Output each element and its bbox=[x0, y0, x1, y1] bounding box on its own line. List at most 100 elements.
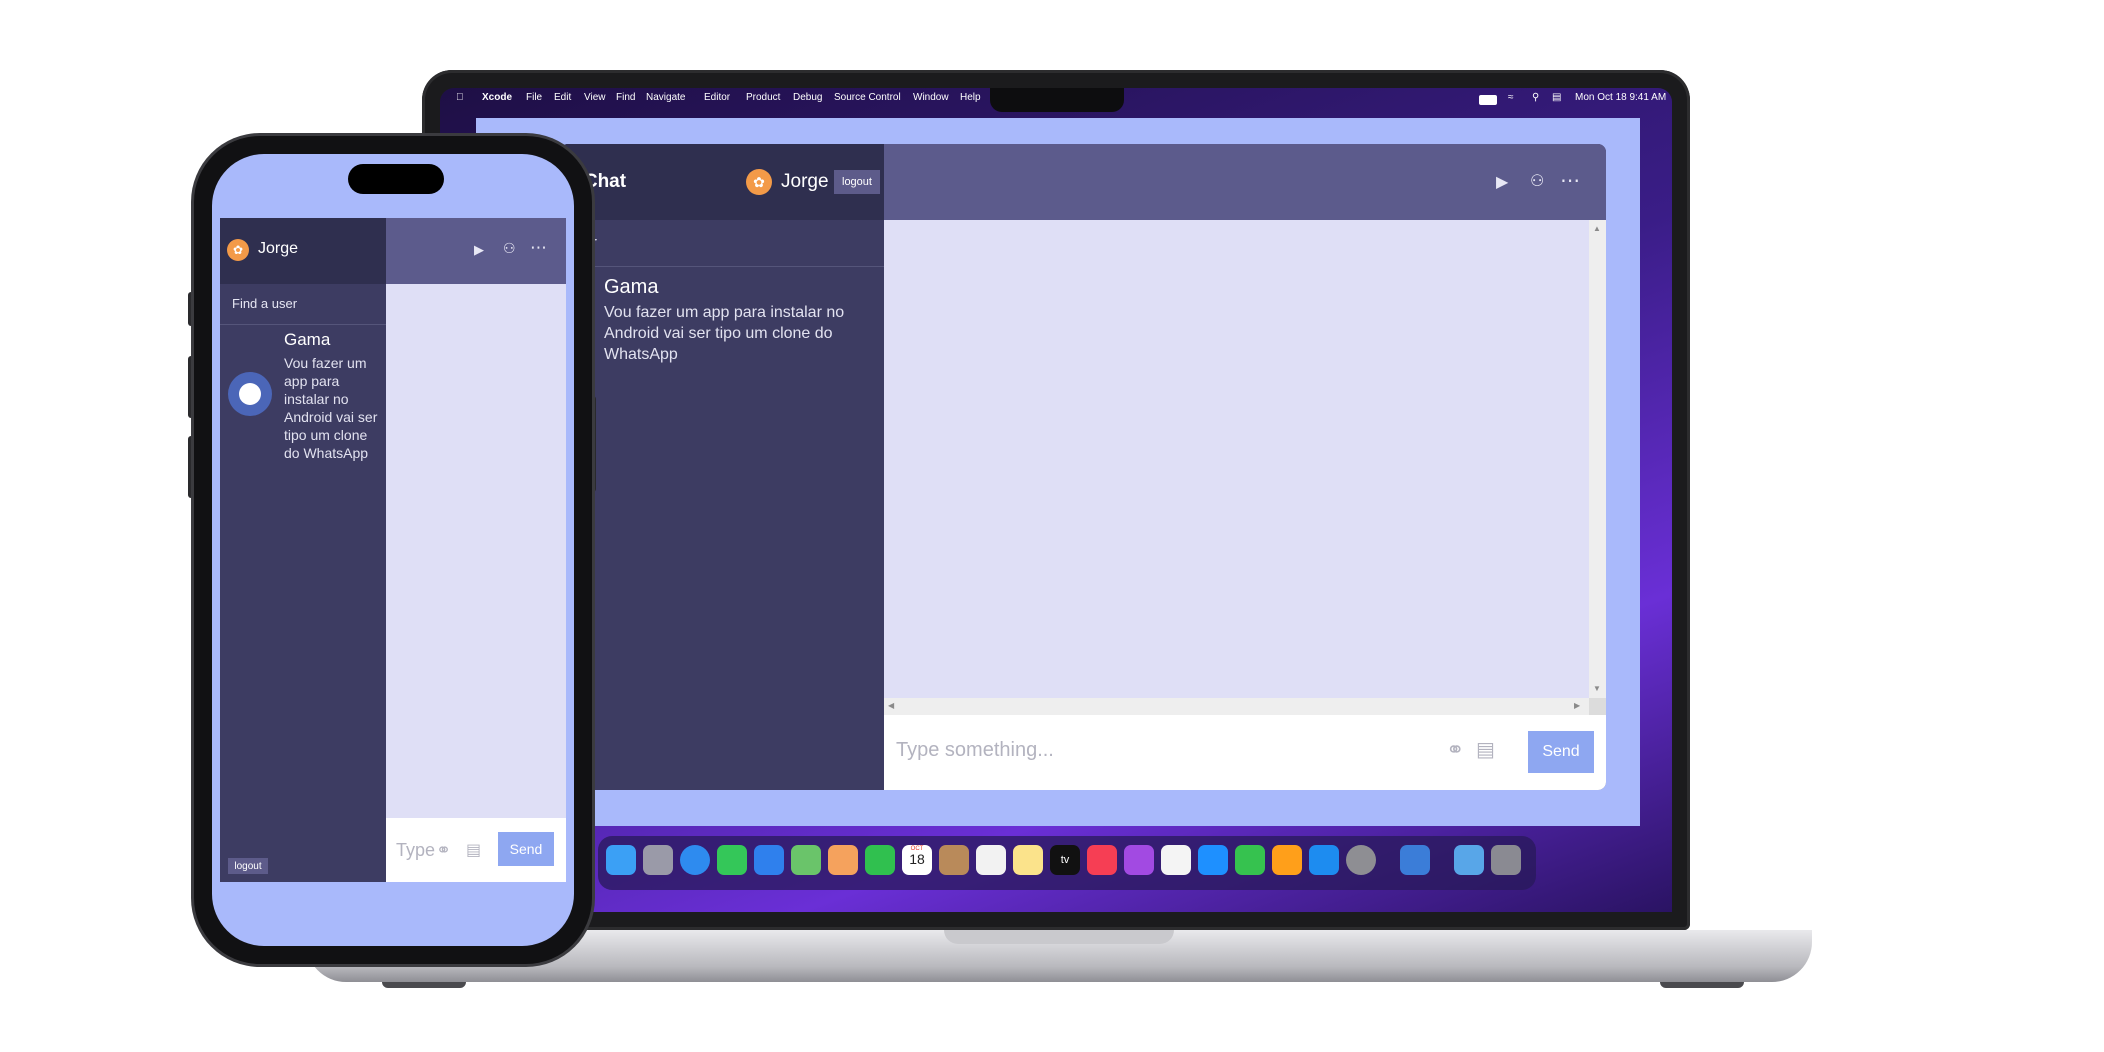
maps-icon[interactable] bbox=[791, 845, 821, 875]
menu-navigate[interactable]: Navigate bbox=[646, 92, 685, 103]
chat-app-window: a Chat ✿ Jorge logout ser Gama Vou fazer… bbox=[560, 144, 1606, 790]
chat-header: ▶ ⚇ ⋯ bbox=[884, 144, 1606, 220]
menu-product[interactable]: Product bbox=[746, 92, 780, 103]
finder-icon[interactable] bbox=[606, 845, 636, 875]
scroll-right-arrow-icon[interactable]: ▶ bbox=[1574, 701, 1580, 710]
menu-window[interactable]: Window bbox=[913, 92, 949, 103]
phone-find-user-input[interactable]: Find a user bbox=[220, 284, 386, 325]
more-options-icon[interactable]: ⋯ bbox=[530, 238, 547, 258]
calendar-day: 18 bbox=[909, 851, 925, 867]
podcasts-icon[interactable] bbox=[1124, 845, 1154, 875]
menu-edit[interactable]: Edit bbox=[554, 92, 571, 103]
control-center-icon[interactable]: ▤ bbox=[1552, 92, 1561, 103]
phone-contact-last-message: Vou fazer um app para instalar no Androi… bbox=[284, 355, 378, 461]
message-composer: Type something... ⚭ ▤ Send bbox=[884, 715, 1606, 790]
paperclip-icon[interactable]: ⚭ bbox=[436, 840, 451, 861]
add-user-icon[interactable]: ⚇ bbox=[1530, 171, 1544, 191]
scroll-left-arrow-icon[interactable]: ◀ bbox=[888, 701, 894, 710]
macos-menubar:  Xcode File Edit View Find Navigate Edi… bbox=[440, 92, 1672, 110]
send-button[interactable]: Send bbox=[1528, 731, 1594, 773]
add-user-icon[interactable]: ⚇ bbox=[503, 240, 516, 257]
laptop-foot-left bbox=[382, 982, 466, 988]
phone-message-input[interactable]: Type bbox=[396, 840, 435, 861]
launchpad-icon[interactable] bbox=[643, 845, 673, 875]
menubar-clock[interactable]: Mon Oct 18 9:41 AM bbox=[1575, 92, 1666, 103]
news-icon[interactable] bbox=[1161, 845, 1191, 875]
video-camera-icon[interactable]: ▶ bbox=[474, 242, 484, 258]
menu-file[interactable]: File bbox=[526, 92, 542, 103]
keynote-icon[interactable] bbox=[1198, 845, 1228, 875]
battery-icon[interactable] bbox=[1479, 95, 1497, 105]
safari-icon[interactable] bbox=[680, 845, 710, 875]
sidebar: a Chat ✿ Jorge logout ser Gama Vou fazer… bbox=[560, 144, 884, 790]
scroll-down-arrow-icon[interactable]: ▼ bbox=[1593, 684, 1601, 693]
tv-icon[interactable]: tv bbox=[1050, 845, 1080, 875]
contact-name: Gama bbox=[604, 276, 659, 298]
sidebar-header: a Chat ✿ Jorge logout bbox=[560, 144, 884, 220]
mail-icon[interactable] bbox=[754, 845, 784, 875]
contact-item[interactable]: Gama Vou fazer um app para instalar no A… bbox=[560, 268, 884, 368]
more-options-icon[interactable]: ⋯ bbox=[1560, 168, 1580, 193]
messages-area bbox=[884, 220, 1589, 698]
phone-logout-button[interactable]: logout bbox=[228, 858, 268, 874]
phone-user-avatar: ✿ bbox=[227, 239, 249, 261]
menu-app-name[interactable]: Xcode bbox=[482, 92, 512, 103]
phone-current-username: Jorge bbox=[258, 240, 299, 257]
find-user-input[interactable]: ser bbox=[560, 220, 884, 267]
video-camera-icon[interactable]: ▶ bbox=[1496, 172, 1508, 192]
menu-view[interactable]: View bbox=[584, 92, 606, 103]
horizontal-scrollbar[interactable]: ◀ ▶ bbox=[884, 698, 1589, 715]
messages-icon[interactable] bbox=[717, 845, 747, 875]
scroll-up-arrow-icon[interactable]: ▲ bbox=[1593, 224, 1601, 233]
fire-icon: ✿ bbox=[232, 243, 244, 257]
laptop-foot-right bbox=[1660, 982, 1744, 988]
logout-button[interactable]: logout bbox=[834, 170, 880, 194]
wifi-icon[interactable]: ≈ bbox=[1508, 92, 1514, 103]
pages-icon[interactable] bbox=[1272, 845, 1302, 875]
user-avatar: ✿ bbox=[746, 169, 772, 195]
system-preferences-icon[interactable] bbox=[1346, 845, 1376, 875]
app-store-icon[interactable] bbox=[1309, 845, 1339, 875]
notes-icon[interactable] bbox=[1013, 845, 1043, 875]
phone-chat-header: ▶ ⚇ ⋯ bbox=[386, 218, 566, 284]
image-icon[interactable]: ▤ bbox=[1476, 737, 1495, 762]
numbers-icon[interactable] bbox=[1235, 845, 1265, 875]
menu-debug[interactable]: Debug bbox=[793, 92, 822, 103]
paperclip-icon[interactable]: ⚭ bbox=[1446, 737, 1464, 763]
trash-icon[interactable] bbox=[1491, 845, 1521, 875]
reminders-icon[interactable] bbox=[976, 845, 1006, 875]
facetime-icon[interactable] bbox=[865, 845, 895, 875]
tv-label: tv bbox=[1060, 854, 1070, 866]
menu-help[interactable]: Help bbox=[960, 92, 981, 103]
fire-icon: ✿ bbox=[753, 173, 765, 190]
apple-icon[interactable]:  bbox=[456, 92, 464, 103]
phone-chat-app: ✿ Jorge Find a user Gama Vou fazer um ap… bbox=[220, 218, 566, 882]
dynamic-island bbox=[348, 164, 444, 194]
phone-find-user-placeholder: Find a user bbox=[232, 296, 298, 311]
image-icon[interactable]: ▤ bbox=[466, 840, 481, 860]
phone-contact-name: Gama bbox=[284, 330, 331, 349]
phone-messages-area bbox=[386, 284, 566, 818]
scrollbar-corner bbox=[1589, 698, 1606, 715]
phone-send-button[interactable]: Send bbox=[498, 832, 554, 866]
music-icon[interactable] bbox=[1087, 845, 1117, 875]
calendar-icon[interactable]: OCT 18 bbox=[902, 845, 932, 875]
phone-contact-item[interactable]: Gama Vou fazer um app para instalar no A… bbox=[220, 330, 386, 470]
menu-find[interactable]: Find bbox=[616, 92, 635, 103]
laptop-opening-groove bbox=[944, 930, 1174, 944]
ghost-icon bbox=[239, 383, 261, 405]
contacts-icon[interactable] bbox=[939, 845, 969, 875]
vertical-scrollbar[interactable]: ▲ ▼ bbox=[1589, 220, 1606, 698]
message-input[interactable]: Type something... bbox=[896, 739, 1054, 762]
downloads-folder-icon[interactable] bbox=[1454, 845, 1484, 875]
menu-editor[interactable]: Editor bbox=[704, 92, 730, 103]
macos-dock: OCT 18 tv bbox=[598, 836, 1536, 890]
contact-avatar bbox=[228, 372, 272, 416]
search-icon[interactable]: ⚲ bbox=[1532, 92, 1539, 103]
current-username: Jorge bbox=[781, 171, 829, 192]
menu-source-control[interactable]: Source Control bbox=[834, 92, 901, 103]
photos-icon[interactable] bbox=[828, 845, 858, 875]
phone-sidebar-header: ✿ Jorge bbox=[220, 218, 386, 284]
phone-message-composer: Type ⚭ ▤ Send bbox=[386, 818, 566, 882]
xcode-icon[interactable] bbox=[1400, 845, 1430, 875]
